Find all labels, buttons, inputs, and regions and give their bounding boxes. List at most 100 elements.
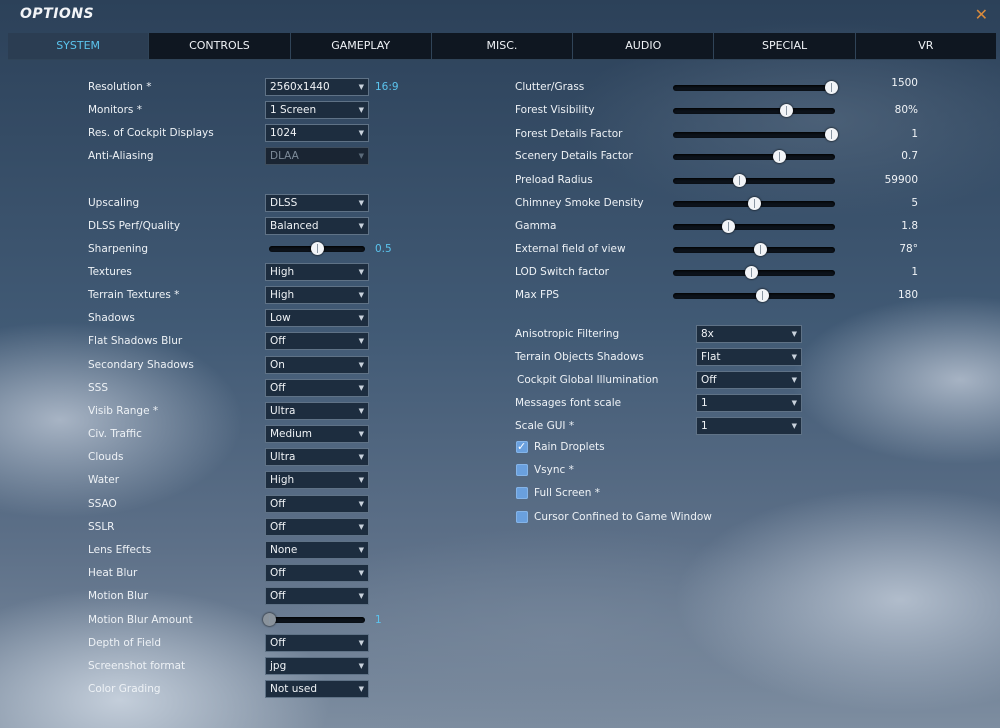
value-readout-preload-radius: 59900 (884, 174, 918, 186)
value-readout-forest-visibility: 80% (894, 104, 918, 116)
slider-clutter-grass[interactable] (673, 81, 838, 94)
dropdown-lens-effects[interactable]: None ▼ (265, 541, 369, 559)
tab-controls[interactable]: CONTROLS (149, 33, 291, 59)
setting-row-depth-of-field: Depth of Field Off ▼ (0, 633, 500, 653)
label-rain-droplets[interactable]: Rain Droplets (534, 437, 605, 457)
chevron-down-icon: ▼ (358, 639, 364, 647)
dropdown-messages-font-scale[interactable]: 1 ▼ (696, 394, 802, 412)
chevron-down-icon: ▼ (358, 592, 364, 600)
setting-row-terrain-objects-shadows: Terrain Objects Shadows Flat ▼ (0, 347, 1000, 367)
setting-row-screenshot-format: Screenshot format jpg ▼ (0, 656, 500, 676)
label-full-screen[interactable]: Full Screen * (534, 483, 600, 503)
slider-lod-switch-factor[interactable] (673, 266, 835, 279)
dropdown-heat-blur[interactable]: Off ▼ (265, 564, 369, 582)
label-heat-blur: Heat Blur (88, 567, 138, 579)
setting-row-anisotropic-filtering: Anisotropic Filtering 8x ▼ (0, 324, 1000, 344)
dropdown-value: jpg (270, 660, 287, 672)
label-vsync[interactable]: Vsync * (534, 460, 574, 480)
chevron-down-icon: ▼ (358, 569, 364, 577)
chevron-down-icon: ▼ (358, 546, 364, 554)
label-external-field-of-view: External field of view (515, 243, 626, 255)
value-readout-scenery-details-factor: 0.7 (901, 150, 918, 162)
value-readout-motion-blur-amount: 1 (375, 614, 382, 626)
label-lens-effects: Lens Effects (88, 544, 152, 556)
setting-row-heat-blur: Heat Blur Off ▼ (0, 563, 500, 583)
slider-handle[interactable] (744, 266, 758, 279)
slider-handle[interactable] (755, 289, 769, 302)
dropdown-value: 1 (701, 420, 708, 432)
slider-preload-radius[interactable] (673, 174, 835, 187)
label-chimney-smoke-density: Chimney Smoke Density (515, 197, 644, 209)
close-icon[interactable]: ✕ (975, 5, 988, 24)
slider-max-fps[interactable] (673, 289, 835, 302)
setting-row-motion-blur: Motion Blur Off ▼ (0, 586, 500, 606)
slider-scenery-details-factor[interactable] (673, 150, 835, 163)
checkbox-vsync[interactable] (516, 464, 528, 476)
checkbox-row-cursor-confined-to-game-window: Cursor Confined to Game Window (0, 507, 1000, 527)
checkbox-row-vsync: Vsync * (0, 460, 1000, 480)
label-terrain-objects-shadows: Terrain Objects Shadows (515, 351, 644, 363)
label-cursor-confined-to-game-window[interactable]: Cursor Confined to Game Window (534, 507, 712, 527)
slider-forest-visibility[interactable] (673, 104, 835, 117)
tab-misc[interactable]: MISC. (432, 33, 574, 59)
value-readout-external-field-of-view: 78° (899, 243, 918, 255)
checkbox-row-full-screen: Full Screen * (0, 483, 1000, 503)
checkbox-full-screen[interactable] (516, 487, 528, 499)
slider-external-field-of-view[interactable] (673, 243, 835, 256)
value-readout-forest-details-factor: 1 (911, 128, 918, 140)
label-clutter-grass: Clutter/Grass (515, 81, 585, 93)
slider-forest-details-factor[interactable] (673, 128, 838, 141)
setting-row-clutter-grass: Clutter/Grass 1500 (0, 77, 1000, 97)
chevron-down-icon: ▼ (791, 376, 797, 384)
slider-handle[interactable] (825, 81, 838, 94)
tab-system[interactable]: SYSTEM (8, 33, 150, 59)
dropdown-value: 1 (701, 397, 708, 409)
dropdown-color-grading[interactable]: Not used ▼ (265, 680, 369, 698)
dropdown-anisotropic-filtering[interactable]: 8x ▼ (696, 325, 802, 343)
label-screenshot-format: Screenshot format (88, 660, 186, 672)
chevron-down-icon: ▼ (791, 399, 797, 407)
dropdown-cockpit-global-illumination[interactable]: Off ▼ (696, 371, 802, 389)
setting-row-cockpit-global-illumination: Cockpit Global Illumination Off ▼ (0, 370, 1000, 390)
setting-row-scale-gui: Scale GUI * 1 ▼ (0, 416, 1000, 436)
slider-handle[interactable] (754, 243, 768, 256)
slider-handle[interactable] (721, 220, 735, 233)
label-forest-details-factor: Forest Details Factor (515, 128, 623, 140)
dropdown-terrain-objects-shadows[interactable]: Flat ▼ (696, 348, 802, 366)
chevron-down-icon: ▼ (358, 685, 364, 693)
tab-bar: SYSTEM CONTROLS GAMEPLAY MISC. AUDIO SPECIAL V… (8, 33, 996, 60)
slider-handle[interactable] (825, 128, 838, 141)
slider-motion-blur-amount (263, 613, 365, 626)
slider-handle[interactable] (780, 104, 794, 117)
checkbox-rain-droplets[interactable] (516, 437, 528, 457)
tab-audio[interactable]: AUDIO (573, 33, 715, 59)
dropdown-value: Off (270, 590, 286, 602)
dropdown-scale-gui[interactable]: 1 ▼ (696, 417, 802, 435)
setting-row-forest-visibility: Forest Visibility 80% (0, 100, 1000, 120)
value-readout-chimney-smoke-density: 5 (911, 197, 918, 209)
setting-row-gamma: Gamma 1.8 (0, 216, 1000, 236)
dropdown-motion-blur[interactable]: Off ▼ (265, 587, 369, 605)
setting-row-chimney-smoke-density: Chimney Smoke Density 5 (0, 193, 1000, 213)
slider-gamma[interactable] (673, 220, 835, 233)
chevron-down-icon: ▼ (791, 330, 797, 338)
checkbox-cursor-confined-to-game-window[interactable] (516, 511, 528, 523)
slider-handle[interactable] (732, 174, 746, 187)
setting-row-forest-details-factor: Forest Details Factor 1 (0, 124, 1000, 144)
slider-chimney-smoke-density[interactable] (673, 197, 835, 210)
slider-handle[interactable] (772, 150, 786, 163)
chevron-down-icon: ▼ (791, 422, 797, 430)
setting-row-scenery-details-factor: Scenery Details Factor 0.7 (0, 146, 1000, 166)
tab-vr[interactable]: VR (856, 33, 996, 59)
setting-row-motion-blur-amount: Motion Blur Amount 1 (0, 610, 500, 630)
slider-handle[interactable] (748, 197, 761, 210)
dropdown-depth-of-field[interactable]: Off ▼ (265, 634, 369, 652)
dropdown-screenshot-format[interactable]: jpg ▼ (265, 657, 369, 675)
label-anisotropic-filtering: Anisotropic Filtering (515, 328, 620, 340)
tab-special[interactable]: SPECIAL (714, 33, 856, 59)
label-cockpit-global-illumination: Cockpit Global Illumination (517, 374, 659, 386)
chevron-down-icon: ▼ (358, 662, 364, 670)
setting-row-external-field-of-view: External field of view 78° (0, 239, 1000, 259)
checkbox-row-rain-droplets: Rain Droplets (0, 437, 1000, 457)
tab-gameplay[interactable]: GAMEPLAY (291, 33, 432, 59)
